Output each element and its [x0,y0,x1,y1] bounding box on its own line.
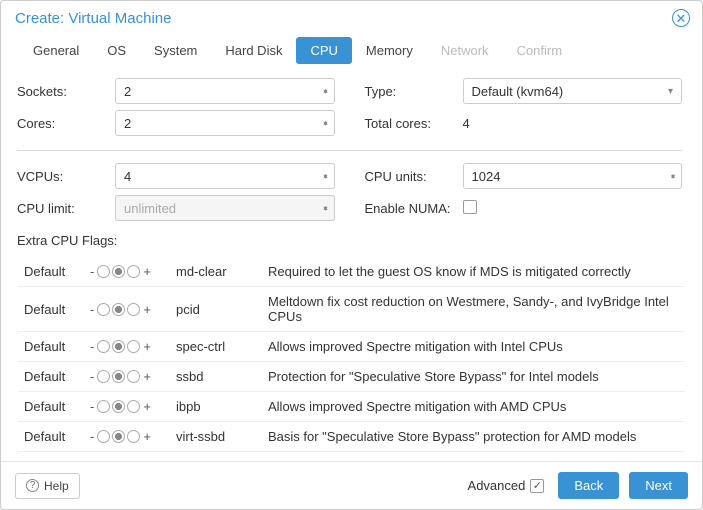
flag-tristate-toggle[interactable]: - + [90,302,172,317]
tab-confirm: Confirm [503,37,577,64]
cores-input[interactable]: 2 ▴▾ [115,110,335,136]
flag-state: Default [24,399,86,414]
total-cores-value: 4 [463,116,683,131]
label-cpu-limit: CPU limit: [17,201,115,216]
spinner-arrows-icon[interactable]: ▴▾ [323,91,327,92]
label-total-cores: Total cores: [365,116,463,131]
titlebar: Create: Virtual Machine ✕ [1,1,702,31]
tab-network: Network [427,37,503,64]
flag-tristate-toggle[interactable]: - + [90,369,172,384]
tab-memory[interactable]: Memory [352,37,427,64]
flag-name: pcid [176,302,264,317]
tab-general[interactable]: General [19,37,93,64]
flag-tristate-toggle[interactable]: - + [90,339,172,354]
label-cores: Cores: [17,116,115,131]
label-cpu-units: CPU units: [365,169,463,184]
flag-state: Default [24,369,86,384]
flag-description: Required to let the guest OS know if MDS… [268,264,679,279]
flag-description: Basis for "Speculative Store Bypass" pro… [268,429,679,444]
spinner-arrows-icon[interactable]: ▴▾ [323,176,327,177]
chevron-down-icon: ▾ [668,86,673,97]
flag-state: Default [24,339,86,354]
dialog-title: Create: Virtual Machine [15,10,171,27]
separator [17,150,682,151]
content-area: Sockets: 2 ▴▾ Type: Default (kvm64) ▾ Co… [1,74,702,461]
form-grid-bottom: VCPUs: 4 ▴▾ CPU units: 1024 ▴▾ CPU limit… [17,163,682,221]
label-type: Type: [365,84,463,99]
tab-hard-disk[interactable]: Hard Disk [211,37,296,64]
tab-system[interactable]: System [140,37,211,64]
flag-description: Allows improved Spectre mitigation with … [268,399,679,414]
flag-description: Protection for "Speculative Store Bypass… [268,369,679,384]
help-icon: ? [26,479,39,492]
spinner-arrows-icon[interactable]: ▴▾ [671,176,675,177]
tab-cpu[interactable]: CPU [296,37,351,64]
type-select[interactable]: Default (kvm64) ▾ [463,78,683,104]
cpu-limit-input[interactable]: unlimited ▴▾ [115,195,335,221]
flag-name: md-clear [176,264,264,279]
table-row: Default - + virt-ssbd Basis for "Speculativ… [18,422,685,452]
advanced-toggle[interactable]: Advanced [468,478,545,493]
flag-description: Meltdown fix cost reduction on Westmere,… [268,294,679,324]
sockets-input[interactable]: 2 ▴▾ [115,78,335,104]
back-button[interactable]: Back [558,472,619,499]
form-grid-top: Sockets: 2 ▴▾ Type: Default (kvm64) ▾ Co… [17,78,682,136]
next-button[interactable]: Next [629,472,688,499]
footer: ? Help Advanced Back Next [1,461,702,509]
table-row: Default - + md-clear Required to let the gu… [18,257,685,287]
flag-name: virt-ssbd [176,429,264,444]
flag-state: Default [24,429,86,444]
spinner-arrows-icon[interactable]: ▴▾ [323,208,327,209]
help-button[interactable]: ? Help [15,473,80,499]
spinner-arrows-icon[interactable]: ▴▾ [323,123,327,124]
cpu-units-input[interactable]: 1024 ▴▾ [463,163,683,189]
flags-table-wrap: Default - + md-clear Required to let the gu… [17,256,686,453]
tab-os[interactable]: OS [93,37,140,64]
label-numa: Enable NUMA: [365,201,463,216]
numa-checkbox[interactable] [463,200,477,214]
label-sockets: Sockets: [17,84,115,99]
flag-tristate-toggle[interactable]: - + [90,399,172,414]
flag-description: Allows improved Spectre mitigation with … [268,339,679,354]
flag-state: Default [24,302,86,317]
label-vcpus: VCPUs: [17,169,115,184]
flag-name: ssbd [176,369,264,384]
extra-flags-label: Extra CPU Flags: [17,233,682,248]
table-row: Default - + ibpb Allows improved Spectre mi… [18,392,685,422]
flag-state: Default [24,264,86,279]
flag-tristate-toggle[interactable]: - + [90,264,172,279]
table-row: Default - + ssbd Protection for "Speculativ… [18,362,685,392]
table-row: Default - + pcid Meltdown fix cost reductio… [18,287,685,332]
flag-tristate-toggle[interactable]: - + [90,429,172,444]
flag-name: spec-ctrl [176,339,264,354]
advanced-checkbox[interactable] [530,479,544,493]
table-row: Default - + spec-ctrl Allows improved Spect… [18,332,685,362]
dialog-window: Create: Virtual Machine ✕ GeneralOSSyste… [0,0,703,510]
tab-bar: GeneralOSSystemHard DiskCPUMemoryNetwork… [1,31,702,74]
flag-name: ibpb [176,399,264,414]
vcpus-input[interactable]: 4 ▴▾ [115,163,335,189]
flags-table[interactable]: Default - + md-clear Required to let the gu… [18,257,685,452]
close-icon[interactable]: ✕ [672,9,690,27]
